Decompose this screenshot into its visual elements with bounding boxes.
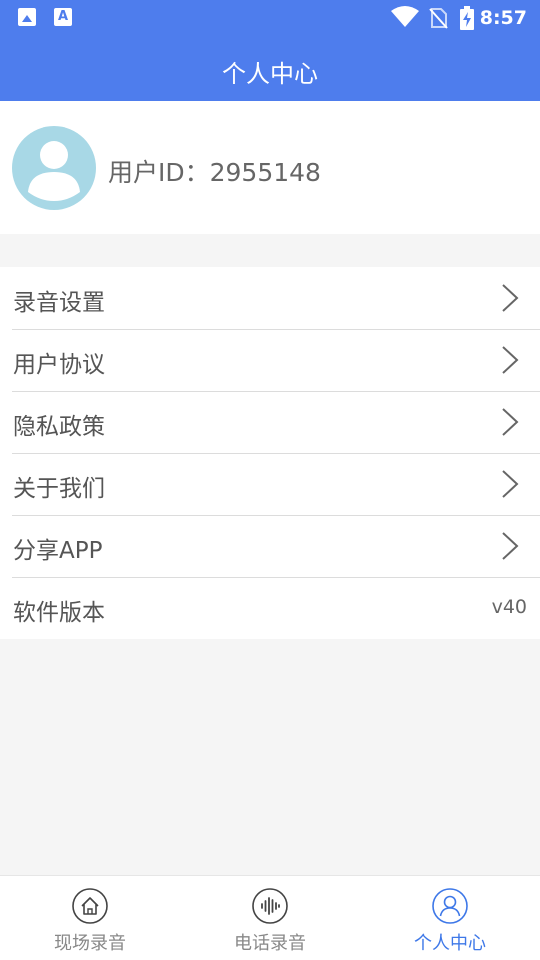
tab-personal-center[interactable]: 个人中心 xyxy=(360,876,540,960)
user-id-text: 用户ID：2955148 xyxy=(108,158,321,187)
menu-item-label: 分享APP xyxy=(13,538,103,564)
version-value: v40 xyxy=(491,596,527,618)
tab-live-recording[interactable]: 现场录音 xyxy=(0,876,180,960)
tab-label: 个人中心 xyxy=(414,933,486,954)
menu-item-user-agreement[interactable]: 用户协议 xyxy=(0,329,540,391)
menu-item-privacy-policy[interactable]: 隐私政策 xyxy=(0,391,540,453)
profile-card: 用户ID：2955148 xyxy=(0,101,540,234)
menu-item-about-us[interactable]: 关于我们 xyxy=(0,453,540,515)
menu-item-label: 软件版本 xyxy=(13,600,105,626)
chevron-right-icon xyxy=(502,346,519,374)
sound-wave-icon xyxy=(252,888,288,924)
image-icon xyxy=(18,8,36,26)
chevron-right-icon xyxy=(502,408,519,436)
menu-item-label: 关于我们 xyxy=(13,476,105,502)
status-time: 8:57 xyxy=(479,7,527,29)
chevron-right-icon xyxy=(502,284,519,312)
menu-item-recording-settings[interactable]: 录音设置 xyxy=(0,267,540,329)
title-bar: 个人中心 xyxy=(0,36,540,101)
settings-menu: 录音设置 用户协议 隐私政策 关于我们 分享APP 软件版本 v40 xyxy=(0,267,540,639)
status-bar: A 8:57 xyxy=(0,0,540,36)
chevron-right-icon xyxy=(502,532,519,560)
menu-item-label: 录音设置 xyxy=(13,290,105,316)
wifi-icon xyxy=(391,6,419,27)
page-title: 个人中心 xyxy=(222,60,318,88)
home-icon xyxy=(72,888,108,924)
battery-charging-icon xyxy=(460,6,474,30)
menu-item-software-version: 软件版本 v40 xyxy=(0,577,540,639)
menu-item-label: 隐私政策 xyxy=(13,414,105,440)
a-text-icon: A xyxy=(54,8,72,26)
menu-item-share-app[interactable]: 分享APP xyxy=(0,515,540,577)
tab-phone-recording[interactable]: 电话录音 xyxy=(180,876,360,960)
menu-item-label: 用户协议 xyxy=(13,352,105,378)
user-icon xyxy=(432,888,468,924)
bottom-nav: 现场录音 电话录音 个人中心 xyxy=(0,875,540,960)
tab-label: 电话录音 xyxy=(234,933,306,954)
avatar xyxy=(12,126,96,210)
chevron-right-icon xyxy=(502,470,519,498)
no-sim-icon xyxy=(429,8,448,29)
tab-label: 现场录音 xyxy=(54,933,126,954)
